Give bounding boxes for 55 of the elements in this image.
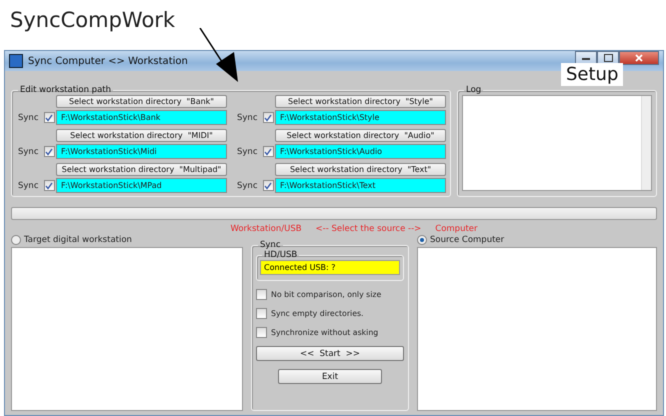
close-button[interactable]	[619, 51, 659, 65]
path-field[interactable]: F:\WorkstationStick\MPad	[56, 178, 227, 193]
sync-label: Sync	[18, 180, 38, 190]
checkbox[interactable]	[262, 146, 274, 157]
directory-list[interactable]	[417, 247, 657, 411]
source-hint: Workstation/USB	[230, 224, 302, 234]
path-field[interactable]: F:\WorkstationStick\Text	[275, 178, 446, 193]
group-title: Log	[465, 85, 482, 95]
scrollbar[interactable]	[641, 96, 651, 190]
sync-label: Sync	[237, 146, 258, 156]
maximize-icon	[604, 54, 612, 62]
path-field[interactable]: F:\WorkstationStick\Style	[275, 110, 446, 125]
select-directory-button[interactable]: Select workstation directory "Multipad"	[56, 163, 227, 176]
sync-label: Sync	[237, 180, 258, 190]
checkbox[interactable]	[44, 146, 54, 157]
radio-button[interactable]	[11, 235, 21, 245]
annotation-title: SyncCompWork	[10, 8, 176, 32]
annotation-label: Setup	[561, 63, 624, 86]
checkbox[interactable]	[262, 180, 274, 191]
usb-status: Connected USB: ?	[260, 260, 400, 275]
sync-label: Sync	[18, 112, 38, 122]
minimize-icon	[582, 56, 590, 60]
checkbox[interactable]	[44, 180, 54, 191]
radio-label: Source Computer	[430, 235, 504, 245]
select-directory-button[interactable]: Select workstation directory "MIDI"	[56, 129, 227, 142]
checkbox[interactable]	[262, 112, 274, 123]
checkbox[interactable]	[44, 112, 54, 123]
path-field[interactable]: F:\WorkstationStick\Audio	[275, 144, 446, 159]
directory-list[interactable]	[11, 247, 243, 411]
checkbox[interactable]	[256, 327, 267, 338]
log-box[interactable]	[462, 95, 652, 191]
radio-button[interactable]	[417, 235, 427, 245]
window-title: Sync Computer <> Workstation	[28, 56, 188, 66]
radio-option[interactable]: Target digital workstation	[11, 234, 243, 246]
source-hint: Computer	[435, 224, 478, 234]
select-directory-button[interactable]: Select workstation directory "Bank"	[56, 95, 227, 108]
path-field[interactable]: F:\WorkstationStick\Midi	[56, 144, 227, 159]
app-icon	[9, 54, 23, 68]
radio-label: Target digital workstation	[24, 235, 132, 245]
radio-option[interactable]: Source Computer	[417, 234, 657, 246]
group-title: HD/USB	[263, 250, 298, 260]
group-title: Sync	[259, 240, 282, 250]
select-directory-button[interactable]: Select workstation directory "Text"	[275, 163, 446, 176]
source-hint: <-- Select the source -->	[316, 224, 422, 234]
group-title: Edit workstation path	[19, 85, 112, 95]
close-icon	[635, 54, 643, 62]
select-directory-button[interactable]: Select workstation directory "Style"	[275, 95, 446, 108]
checkbox[interactable]	[256, 308, 267, 319]
path-field[interactable]: F:\WorkstationStick\Bank	[56, 110, 227, 125]
select-directory-button[interactable]: Select workstation directory "Audio"	[275, 129, 446, 142]
sync-label: Sync	[18, 146, 38, 156]
start-button[interactable]: << Start >>	[256, 346, 404, 361]
sync-label: Sync	[237, 112, 258, 122]
exit-button[interactable]: Exit	[278, 369, 382, 384]
checkbox[interactable]	[256, 289, 267, 300]
